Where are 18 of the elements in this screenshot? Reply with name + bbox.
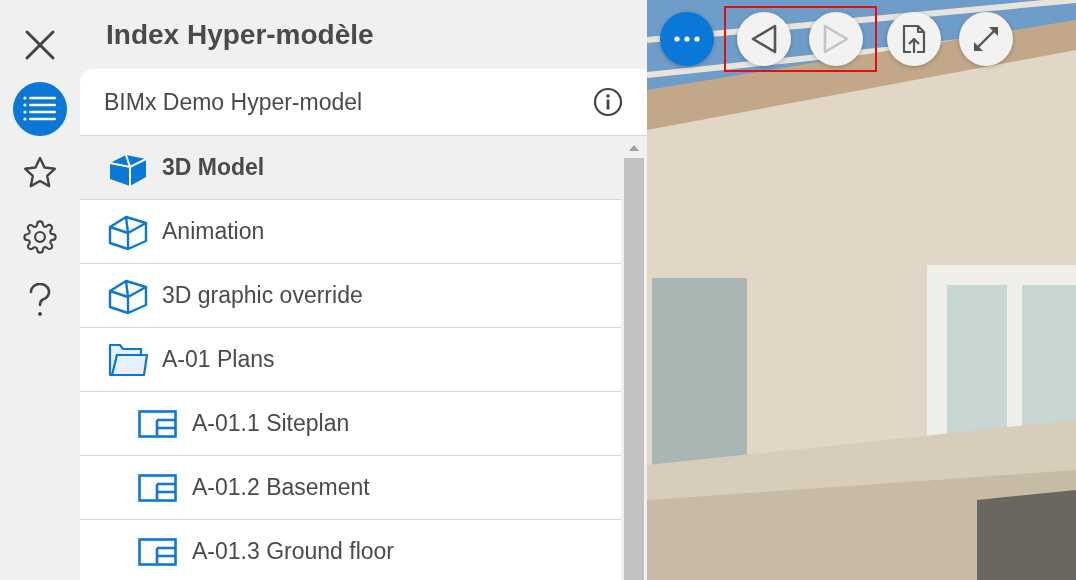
scrollbar[interactable] (621, 136, 647, 580)
list-icon (23, 96, 57, 122)
floor-plan-icon (138, 409, 178, 438)
index-tab[interactable] (13, 82, 67, 136)
tree-item[interactable]: 3D Model (80, 136, 621, 200)
close-icon (24, 29, 56, 61)
floor-plan-icon (138, 537, 178, 566)
floor-plan-icon (138, 473, 178, 502)
more-icon (674, 36, 700, 42)
model-name: BIMx Demo Hyper-model (104, 88, 363, 116)
help-icon (28, 283, 52, 319)
expand-icon (971, 24, 1001, 54)
panel-title: Index Hyper-modèle (105, 17, 375, 52)
triangle-left-icon (750, 23, 778, 55)
triangle-right-icon (822, 23, 850, 55)
gear-icon (23, 220, 57, 254)
info-icon[interactable] (593, 87, 623, 117)
file-upload-icon (902, 24, 926, 54)
